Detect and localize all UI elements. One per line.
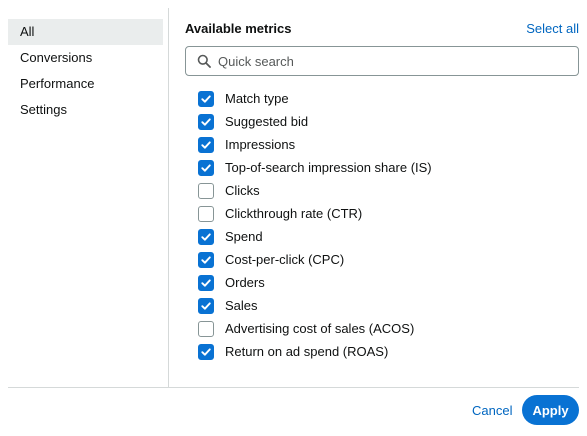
checkmark-icon: [201, 278, 211, 287]
metric-label: Spend: [225, 229, 263, 244]
checkmark-icon: [201, 347, 211, 356]
metric-checkbox[interactable]: [198, 205, 214, 222]
metrics-main: Available metrics Select all Match type S…: [185, 0, 579, 360]
metric-row[interactable]: Clicks: [198, 179, 578, 202]
metric-label: Top-of-search impression share (IS): [225, 160, 432, 175]
checkmark-icon: [201, 117, 211, 126]
metric-checkbox[interactable]: [198, 320, 214, 337]
checkmark-icon: [201, 232, 211, 241]
metric-checkbox[interactable]: [198, 297, 214, 314]
metric-label: Clickthrough rate (CTR): [225, 206, 363, 221]
checkmark-icon: [201, 140, 211, 149]
metric-row[interactable]: Spend: [198, 225, 578, 248]
search-icon: [197, 54, 211, 68]
checkmark-icon: [201, 163, 211, 172]
metric-row[interactable]: Orders: [198, 271, 578, 294]
sidebar-item-conversions[interactable]: Conversions: [8, 45, 168, 71]
metric-row[interactable]: Match type: [198, 87, 578, 110]
checkmark-icon: [201, 94, 211, 103]
metric-row[interactable]: Cost-per-click (CPC): [198, 248, 578, 271]
metric-label: Match type: [225, 91, 289, 106]
metric-checkbox[interactable]: [198, 182, 214, 199]
metric-label: Clicks: [225, 183, 260, 198]
cancel-button[interactable]: Cancel: [472, 403, 512, 418]
footer-divider: [8, 387, 579, 388]
metric-row[interactable]: Return on ad spend (ROAS): [198, 340, 578, 363]
checkmark-icon: [201, 301, 211, 310]
metric-label: Sales: [225, 298, 258, 313]
metric-label: Advertising cost of sales (ACOS): [225, 321, 415, 336]
metric-checkbox[interactable]: [198, 90, 214, 107]
metric-list: Match type Suggested bid Impressions Top-of…: [198, 87, 578, 363]
sidebar-item-all[interactable]: All: [8, 19, 163, 45]
select-all-link[interactable]: Select all: [526, 21, 579, 36]
sidebar-item-performance[interactable]: Performance: [8, 71, 168, 97]
metric-label: Suggested bid: [225, 114, 309, 129]
category-sidebar: All Conversions Performance Settings: [8, 8, 169, 388]
metric-checkbox[interactable]: [198, 113, 214, 130]
metric-row[interactable]: Top-of-search impression share (IS): [198, 156, 578, 179]
metric-row[interactable]: Advertising cost of sales (ACOS): [198, 317, 578, 340]
page-title: Available metrics: [185, 21, 292, 36]
metric-row[interactable]: Sales: [198, 294, 578, 317]
metric-label: Return on ad spend (ROAS): [225, 344, 389, 359]
checkmark-icon: [201, 255, 211, 264]
metric-label: Orders: [225, 275, 265, 290]
search-input[interactable]: [218, 52, 568, 70]
metric-row[interactable]: Suggested bid: [198, 110, 578, 133]
metric-row[interactable]: Clickthrough rate (CTR): [198, 202, 578, 225]
metric-label: Cost-per-click (CPC): [225, 252, 345, 267]
metric-row[interactable]: Impressions: [198, 133, 578, 156]
metrics-panel: All Conversions Performance Settings Ava…: [0, 0, 587, 436]
metric-checkbox[interactable]: [198, 343, 214, 360]
metric-checkbox[interactable]: [198, 274, 214, 291]
metric-checkbox[interactable]: [198, 228, 214, 245]
metric-checkbox[interactable]: [198, 251, 214, 268]
metric-checkbox[interactable]: [198, 159, 214, 176]
metric-label: Impressions: [225, 137, 296, 152]
metric-checkbox[interactable]: [198, 136, 214, 153]
search-box[interactable]: [185, 46, 579, 76]
apply-button[interactable]: Apply: [522, 395, 579, 425]
metrics-header: Available metrics Select all: [185, 0, 579, 36]
sidebar-item-settings[interactable]: Settings: [8, 97, 168, 123]
